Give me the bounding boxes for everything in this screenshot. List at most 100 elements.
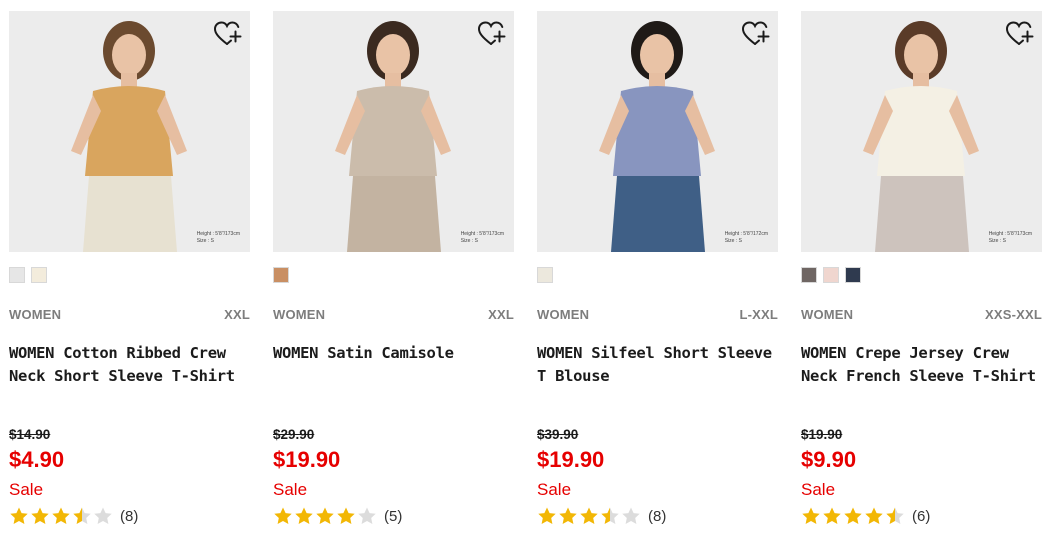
- product-title[interactable]: WOMEN Satin Camisole: [273, 342, 514, 365]
- star-full-icon: [580, 507, 598, 524]
- rating: (8): [9, 506, 138, 526]
- star-full-icon: [337, 507, 355, 524]
- sale-price: $19.90: [537, 447, 605, 472]
- original-price: $39.90: [537, 427, 579, 442]
- star-half-icon: [73, 507, 91, 524]
- model-height-text: Height : 5'8"/173cm: [196, 231, 240, 237]
- original-price: $14.90: [9, 427, 51, 442]
- model-photo: [9, 11, 250, 252]
- product-title-line[interactable]: WOMEN Cotton Ribbed Crew: [9, 342, 250, 365]
- color-swatches: [537, 267, 553, 283]
- favorite-heart-plus-icon[interactable]: [477, 21, 506, 47]
- review-count: (8): [120, 507, 139, 525]
- heart-plus-icon: [213, 21, 242, 45]
- product-title-line[interactable]: Neck French Sleeve T-Shirt: [801, 365, 1042, 388]
- color-swatches: [801, 267, 861, 283]
- product-card[interactable]: Height : 5'8"/173cm Size : S WOMEN XXL W…: [9, 11, 251, 525]
- color-swatch[interactable]: [845, 267, 861, 283]
- color-swatches: [273, 267, 289, 283]
- model-size-text: Size : S: [988, 238, 1006, 244]
- original-price: $19.90: [801, 427, 843, 442]
- product-title-line[interactable]: WOMEN Silfeel Short Sleeve: [537, 342, 778, 365]
- model-caption: Height : 5'8"/173cm Size : S: [461, 231, 504, 245]
- rating: (6): [801, 506, 930, 526]
- review-count: (6): [912, 507, 931, 525]
- sale-price: $4.90: [9, 447, 65, 472]
- product-meta: WOMEN L-XXL: [537, 307, 778, 322]
- star-full-icon: [274, 507, 292, 524]
- color-swatch[interactable]: [537, 267, 553, 283]
- star-rating: [9, 506, 114, 526]
- original-price: $29.90: [273, 427, 315, 442]
- model-size-text: Size : S: [196, 238, 214, 244]
- star-full-icon: [52, 507, 70, 524]
- review-count: (8): [648, 507, 667, 525]
- product-image[interactable]: Height : 5'8"/173cm Size : S: [9, 11, 250, 252]
- color-swatch[interactable]: [31, 267, 47, 283]
- product-image[interactable]: Height : 5'8"/172cm Size : S: [537, 11, 778, 252]
- color-swatches: [9, 267, 47, 283]
- model-caption: Height : 5'8"/173cm Size : S: [989, 231, 1032, 245]
- star-full-icon: [10, 507, 28, 524]
- model-caption: Height : 5'8"/173cm Size : S: [197, 231, 240, 245]
- star-half-icon: [601, 507, 619, 524]
- favorite-heart-plus-icon[interactable]: [213, 21, 242, 47]
- product-title[interactable]: WOMEN Crepe Jersey Crew Neck French Slee…: [801, 342, 1042, 388]
- star-full-icon: [538, 507, 556, 524]
- gender-label: WOMEN: [801, 307, 854, 322]
- rating: (5): [273, 506, 402, 526]
- product-meta: WOMEN XXL: [9, 307, 250, 322]
- color-swatch[interactable]: [801, 267, 817, 283]
- star-rating: [801, 506, 906, 526]
- product-title-line[interactable]: Neck Short Sleeve T-Shirt: [9, 365, 250, 388]
- star-full-icon: [316, 507, 334, 524]
- star-rating: [273, 506, 378, 526]
- size-range: XXL: [488, 307, 514, 322]
- favorite-heart-plus-icon[interactable]: [1005, 21, 1034, 47]
- model-height-text: Height : 5'8"/173cm: [460, 231, 504, 237]
- product-meta: WOMEN XXS-XXL: [801, 307, 1042, 322]
- sale-label: Sale: [537, 480, 572, 499]
- product-title-line[interactable]: WOMEN Satin Camisole: [273, 342, 514, 365]
- sale-label: Sale: [801, 480, 836, 499]
- color-swatch[interactable]: [9, 267, 25, 283]
- product-grid: Height : 5'8"/173cm Size : S WOMEN XXL W…: [0, 0, 1054, 552]
- product-title-line[interactable]: T Blouse: [537, 365, 778, 388]
- star-full-icon: [823, 507, 841, 524]
- sale-label: Sale: [9, 480, 44, 499]
- product-image[interactable]: Height : 5'8"/173cm Size : S: [801, 11, 1042, 252]
- star-full-icon: [559, 507, 577, 524]
- size-range: XXL: [224, 307, 250, 322]
- size-range: XXS-XXL: [984, 307, 1042, 322]
- model-height-text: Height : 5'8"/173cm: [988, 231, 1032, 237]
- product-title-line[interactable]: WOMEN Crepe Jersey Crew: [801, 342, 1042, 365]
- product-title[interactable]: WOMEN Cotton Ribbed Crew Neck Short Slee…: [9, 342, 250, 388]
- star-full-icon: [802, 507, 820, 524]
- star-empty-icon: [358, 507, 376, 524]
- color-swatch[interactable]: [823, 267, 839, 283]
- product-image[interactable]: Height : 5'8"/173cm Size : S: [273, 11, 514, 252]
- model-size-text: Size : S: [460, 238, 478, 244]
- heart-plus-icon: [477, 21, 506, 45]
- size-range: L-XXL: [739, 307, 778, 322]
- model-height-text: Height : 5'8"/172cm: [724, 231, 768, 237]
- product-card[interactable]: Height : 5'8"/173cm Size : S WOMEN XXL W…: [273, 11, 515, 525]
- sale-price: $19.90: [273, 447, 341, 472]
- favorite-heart-plus-icon[interactable]: [741, 21, 770, 47]
- heart-plus-icon: [1005, 21, 1034, 45]
- heart-plus-icon: [741, 21, 770, 45]
- color-swatch[interactable]: [273, 267, 289, 283]
- sale-label: Sale: [273, 480, 308, 499]
- star-full-icon: [865, 507, 883, 524]
- gender-label: WOMEN: [9, 307, 62, 322]
- model-photo: [801, 11, 1042, 252]
- product-card[interactable]: Height : 5'8"/172cm Size : S WOMEN L-XXL…: [537, 11, 779, 525]
- review-count: (5): [384, 507, 403, 525]
- product-title[interactable]: WOMEN Silfeel Short Sleeve T Blouse: [537, 342, 778, 388]
- model-caption: Height : 5'8"/172cm Size : S: [725, 231, 768, 245]
- model-size-text: Size : S: [724, 238, 742, 244]
- product-card[interactable]: Height : 5'8"/173cm Size : S WOMEN XXS-X…: [801, 11, 1043, 525]
- star-half-icon: [886, 507, 904, 524]
- star-empty-icon: [622, 507, 640, 524]
- star-full-icon: [31, 507, 49, 524]
